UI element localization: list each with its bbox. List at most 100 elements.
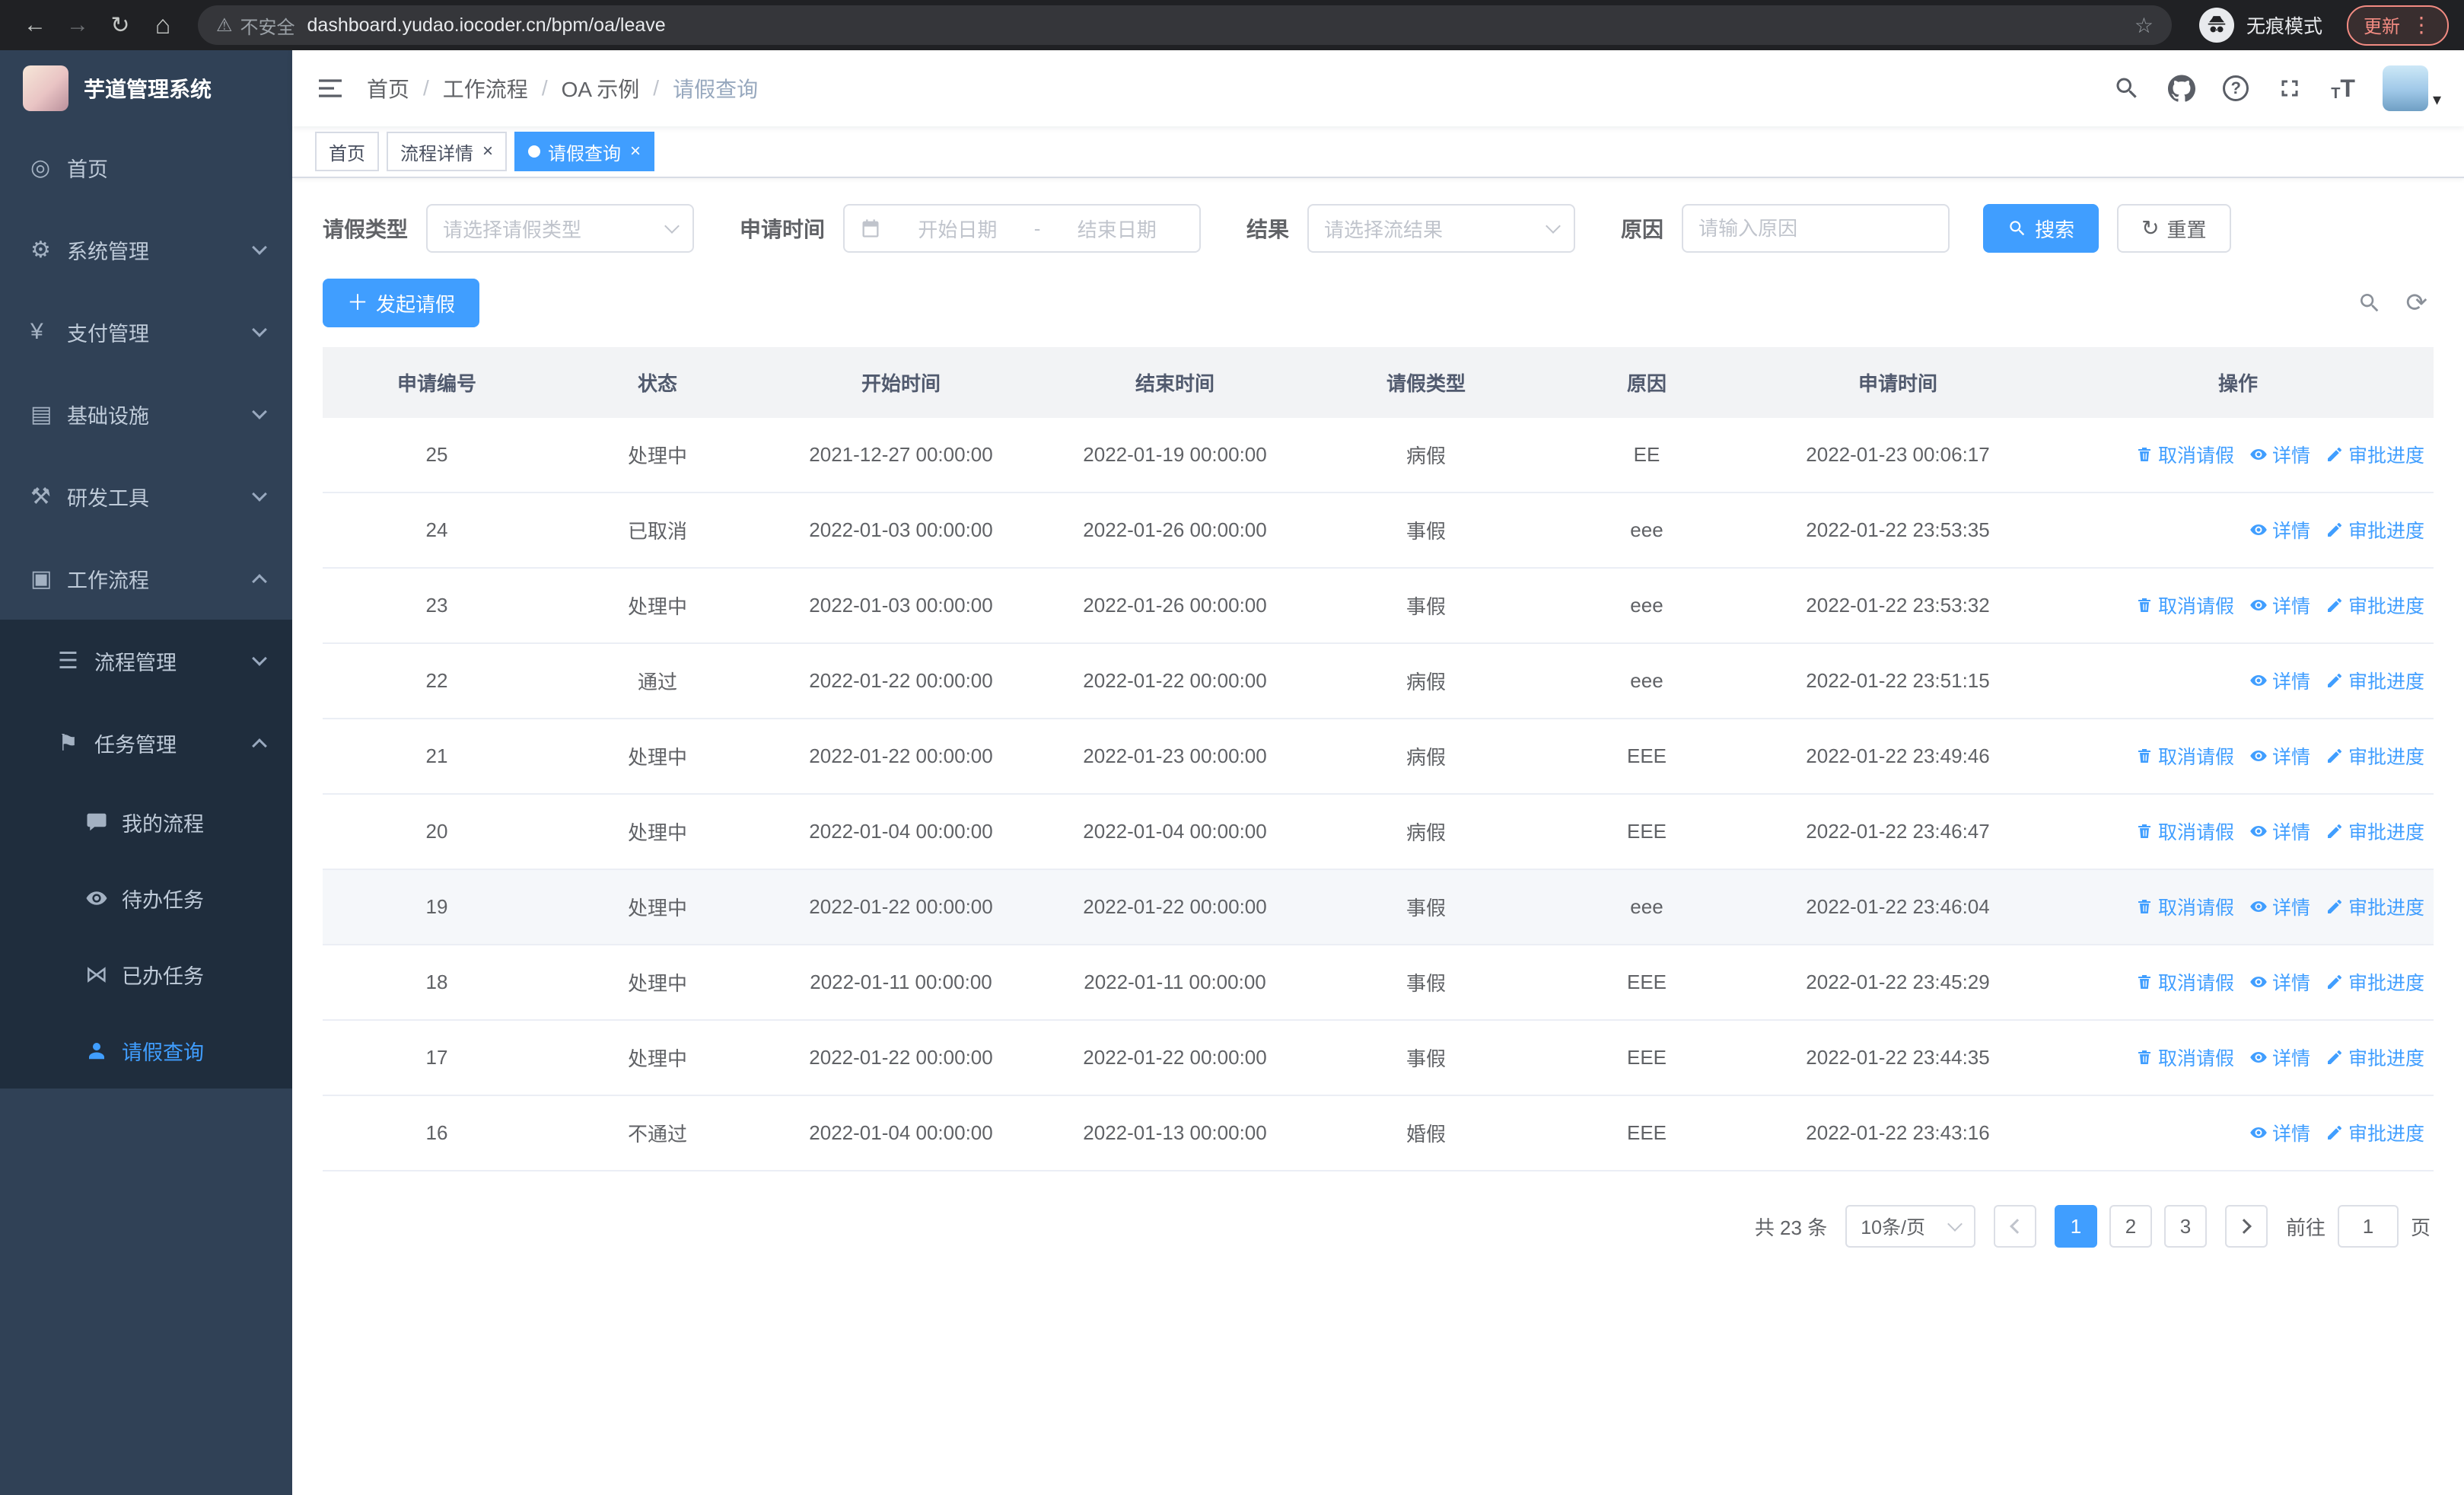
progress-link[interactable]: 审批进度 [2326,591,2424,619]
prev-page-button[interactable] [1993,1205,2036,1248]
sidebar-item-leave-query[interactable]: 请假查询 [0,1012,292,1089]
help-icon[interactable] [2223,75,2249,101]
cancel-leave-link[interactable]: 取消请假 [2135,968,2234,996]
progress-link[interactable]: 审批进度 [2326,893,2424,920]
cancel-leave-link[interactable]: 取消请假 [2135,742,2234,770]
search-icon[interactable] [2113,75,2141,102]
sidebar-item-todo-tasks[interactable]: 待办任务 [0,860,292,936]
goto-label: 前往 [2285,1216,2326,1239]
chevron-down-icon [252,240,267,255]
forward-icon[interactable] [58,5,97,45]
check-icon: ⋈ [85,961,108,987]
cell-reason: eee [1540,492,1753,569]
cancel-leave-link[interactable]: 取消请假 [2135,893,2234,920]
cell-end-time: 2022-01-23 00:00:00 [1038,719,1312,795]
detail-link[interactable]: 详情 [2249,667,2310,694]
cancel-leave-link[interactable]: 取消请假 [2135,1044,2234,1071]
detail-link[interactable]: 详情 [2249,516,2310,543]
security-chip[interactable]: 不安全 [216,12,295,39]
navbar-actions [2113,65,2441,111]
progress-link[interactable]: 审批进度 [2326,968,2424,996]
page-size-select[interactable]: 10条/页 [1845,1205,1975,1248]
progress-link[interactable]: 审批进度 [2326,667,2424,694]
sidebar-item-infrastructure[interactable]: ▤ 基础设施 [0,373,292,455]
result-select[interactable]: 请选择流结果 [1307,204,1576,253]
progress-link[interactable]: 审批进度 [2326,1044,2424,1071]
toggle-search-icon[interactable] [2357,291,2382,315]
bookmark-star-icon[interactable] [2135,13,2154,38]
next-page-button[interactable] [2224,1205,2268,1248]
progress-link[interactable]: 审批进度 [2326,516,2424,543]
fullscreen-icon[interactable] [2276,75,2303,102]
action-label: 取消请假 [2157,747,2234,768]
sidebar-item-process-management[interactable]: ☰ 流程管理 [0,620,292,702]
cell-end-time: 2022-01-22 00:00:00 [1038,643,1312,719]
home-icon[interactable] [143,5,183,45]
apply-time-range-picker[interactable]: 开始日期 - 结束日期 [843,204,1202,253]
breadcrumb-item[interactable]: 首页 [367,73,409,104]
user-avatar[interactable] [2382,65,2441,111]
sidebar-item-home[interactable]: ◎ 首页 [0,126,292,209]
address-bar[interactable]: 不安全 dashboard.yudao.iocoder.cn/bpm/oa/le… [198,5,2172,45]
sidebar-item-done-tasks[interactable]: ⋈ 已办任务 [0,936,292,1012]
progress-link[interactable]: 审批进度 [2326,441,2424,468]
detail-link[interactable]: 详情 [2249,1119,2310,1146]
sidebar-item-workflow[interactable]: ▣ 工作流程 [0,537,292,620]
pagination: 共 23 条 10条/页 123 前往 页 [323,1205,2434,1248]
goto-page-input[interactable] [2337,1205,2399,1248]
reload-icon[interactable] [100,5,140,45]
search-button[interactable]: 搜索 [1983,204,2099,253]
cell-end-time: 2022-01-22 00:00:00 [1038,1020,1312,1096]
refresh-table-icon[interactable]: ⟳ [2406,290,2428,316]
cell-leave-type: 婚假 [1312,1095,1540,1171]
browser-update-button[interactable]: 更新 [2347,5,2449,46]
cell-leave-type: 事假 [1312,568,1540,644]
reason-input[interactable] [1698,216,1934,241]
breadcrumb-item[interactable]: 工作流程 [443,73,528,104]
reason-input-wrap [1682,204,1950,253]
sidebar-item-task-management[interactable]: ⚑ 任务管理 [0,702,292,784]
sidebar-item-label: 任务管理 [94,733,177,757]
sidebar-item-devtools[interactable]: ⚒ 研发工具 [0,455,292,537]
tab-home[interactable]: 首页 [315,132,379,171]
sidebar-item-payment[interactable]: ¥ 支付管理 [0,291,292,373]
reset-button[interactable]: ↻ 重置 [2117,204,2231,253]
detail-link[interactable]: 详情 [2249,968,2310,996]
detail-link[interactable]: 详情 [2249,893,2310,920]
page-button-1[interactable]: 1 [2054,1205,2097,1248]
filter-form: 请假类型 请选择请假类型 申请时间 开始日期 - 结束日期 结果 请选择流结果 … [323,204,2434,253]
page-button-3[interactable]: 3 [2163,1205,2207,1248]
leave-type-select[interactable]: 请选择请假类型 [426,204,695,253]
progress-link[interactable]: 审批进度 [2326,742,2424,770]
cancel-leave-link[interactable]: 取消请假 [2135,818,2234,845]
hamburger-icon[interactable] [315,73,345,104]
back-icon[interactable] [15,5,55,45]
cancel-leave-link[interactable]: 取消请假 [2135,591,2234,619]
page-button-2[interactable]: 2 [2109,1205,2152,1248]
tab-process-detail[interactable]: 流程详情 × [387,132,508,171]
create-leave-button[interactable]: ＋ 发起请假 [323,279,480,327]
cell-reason: EEE [1540,1095,1753,1171]
edit-icon [2327,1125,2341,1140]
cancel-leave-link[interactable]: 取消请假 [2135,441,2234,468]
progress-link[interactable]: 审批进度 [2326,818,2424,845]
tab-leave-query[interactable]: 请假查询 × [514,132,655,171]
cell-end-time: 2022-01-26 00:00:00 [1038,492,1312,569]
delete-icon [2138,749,2150,763]
detail-link[interactable]: 详情 [2249,441,2310,468]
github-icon[interactable] [2168,75,2196,102]
close-icon[interactable]: × [630,142,641,161]
detail-link[interactable]: 详情 [2249,591,2310,619]
breadcrumb-item[interactable]: OA 示例 [562,73,640,104]
sidebar-item-system[interactable]: ⚙ 系统管理 [0,209,292,291]
browser-menu-icon[interactable] [2411,12,2432,37]
app-logo[interactable]: 芋道管理系统 [0,50,292,126]
sidebar-item-my-process[interactable]: 我的流程 [0,784,292,860]
result-label: 结果 [1246,218,1290,241]
font-size-icon[interactable] [2331,75,2355,103]
detail-link[interactable]: 详情 [2249,818,2310,845]
close-icon[interactable]: × [482,142,493,161]
detail-link[interactable]: 详情 [2249,1044,2310,1071]
progress-link[interactable]: 审批进度 [2326,1119,2424,1146]
detail-link[interactable]: 详情 [2249,742,2310,770]
